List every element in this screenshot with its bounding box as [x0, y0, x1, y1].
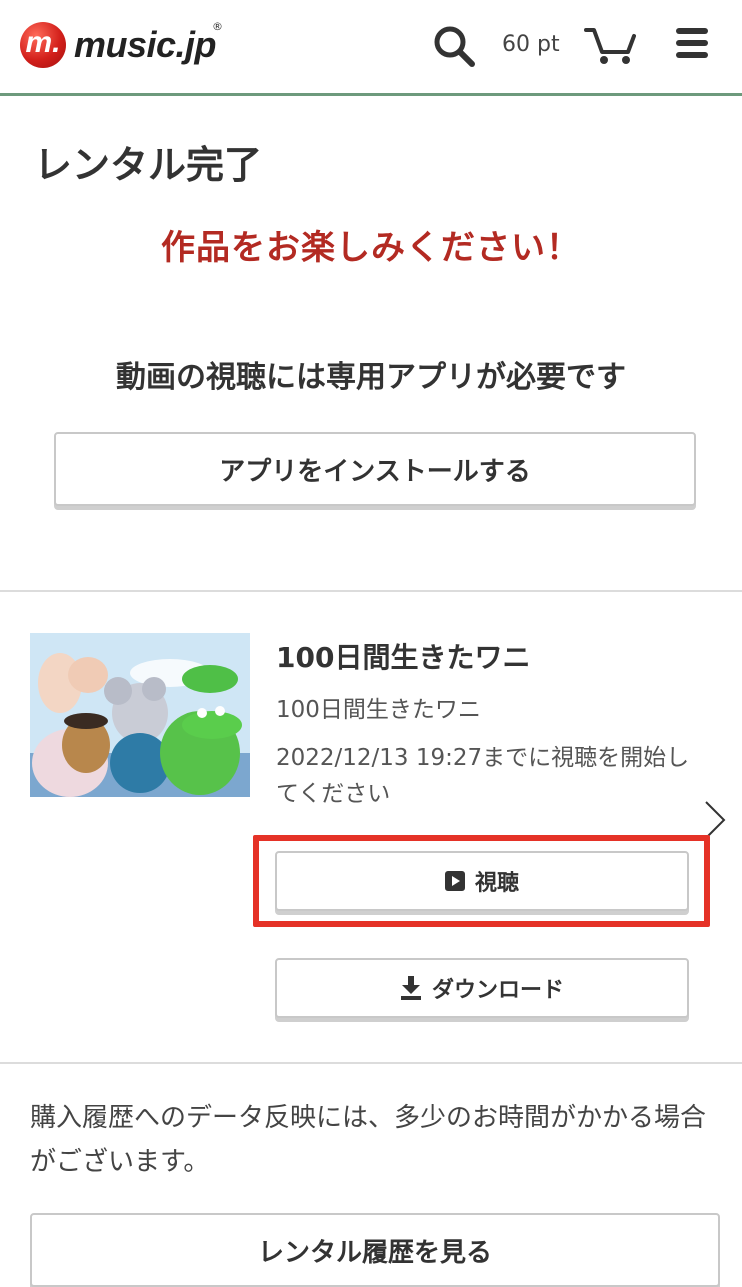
search-icon[interactable] — [432, 24, 476, 68]
watch-button-label: 視聴 — [474, 871, 519, 896]
item-title[interactable]: 100日間生きたワニ — [276, 636, 530, 676]
cart-icon[interactable] — [584, 24, 636, 66]
download-button[interactable]: ダウンロード — [275, 958, 689, 1018]
item-subtitle: 100日間生きたワニ — [276, 697, 481, 723]
points-balance[interactable]: 60 pt — [502, 32, 560, 57]
download-button-label: ダウンロード — [431, 978, 564, 1003]
logo-registered-mark: ® — [212, 20, 223, 33]
menu-icon[interactable] — [676, 26, 708, 60]
logo-mark: m. — [20, 22, 66, 68]
divider — [0, 1062, 742, 1064]
watch-deadline-text: 2022/12/13 19:27までに視聴を開始してください — [276, 745, 690, 807]
history-notice: 購入履歴へのデータ反映には、多少のお時間がかかる場合がございます。 — [30, 1103, 707, 1177]
page-title: レンタル完了 — [34, 143, 263, 187]
app-required-text: 動画の視聴には専用アプリが必要です — [116, 360, 626, 395]
play-icon — [444, 871, 465, 891]
divider — [0, 590, 742, 592]
chevron-right-icon[interactable] — [702, 800, 728, 840]
header: m. music.jp ® 60 pt — [0, 0, 742, 96]
download-icon — [400, 976, 422, 1000]
install-app-button[interactable]: アプリをインストールする — [54, 432, 696, 506]
logo-text: music.jp — [74, 24, 217, 65]
enjoy-message: 作品をお楽しみください！ — [161, 228, 581, 268]
watch-button[interactable]: 視聴 — [275, 851, 689, 911]
logo[interactable]: m. music.jp ® — [20, 20, 223, 68]
item-thumbnail[interactable] — [30, 633, 250, 797]
rental-history-button[interactable]: レンタル履歴を見る — [30, 1213, 720, 1287]
